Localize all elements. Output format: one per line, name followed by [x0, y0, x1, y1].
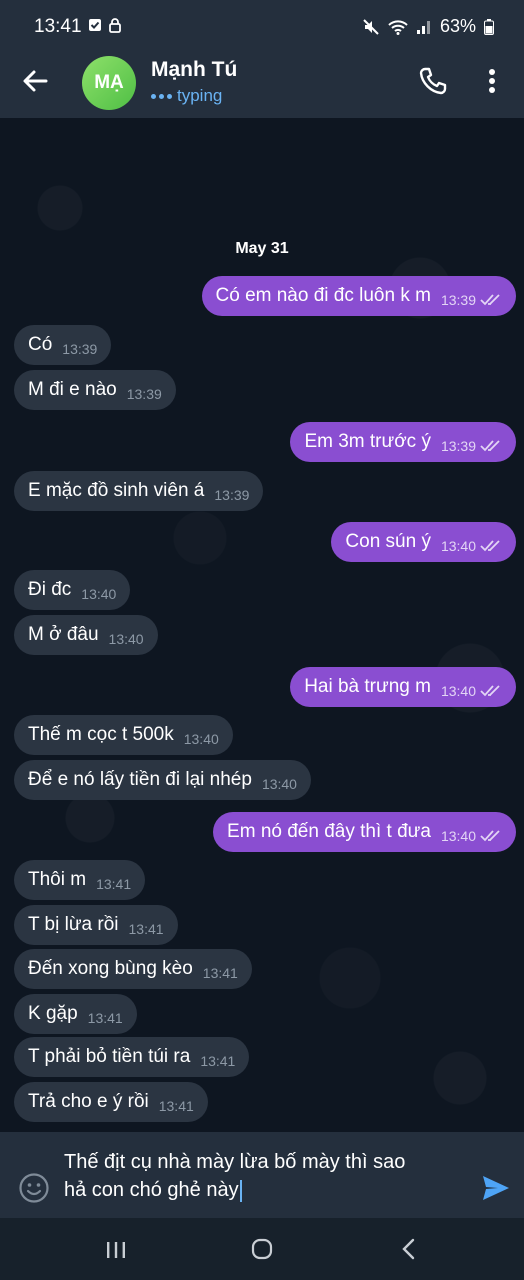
incoming-message[interactable]: Có 13:39	[14, 325, 112, 365]
message-time: 13:40	[440, 828, 476, 844]
emoji-icon[interactable]	[18, 1172, 50, 1204]
incoming-message[interactable]: Thôi m 13:41	[14, 860, 146, 900]
send-icon[interactable]	[480, 1172, 512, 1204]
message-time: 13:41	[158, 1098, 194, 1114]
incoming-message[interactable]: Trả cho e ý rồi 13:41	[14, 1082, 208, 1122]
incoming-message[interactable]: Đi đc 13:40	[14, 570, 131, 610]
message-text: Đến xong bùng kèo	[28, 958, 193, 979]
battery-percent: 63%	[439, 16, 476, 36]
message-time: 13:40	[440, 683, 476, 699]
message-time: 13:41	[128, 921, 164, 937]
double-check-icon	[480, 830, 500, 842]
incoming-message[interactable]: T bị lừa rồi 13:41	[14, 905, 178, 945]
double-check-icon	[480, 294, 500, 306]
recent-apps-icon[interactable]	[104, 1240, 128, 1260]
message-text: Thôi m	[28, 869, 87, 890]
message-list[interactable]: May 31 Có em nào đi đc luôn k m 13:39 Có 13…	[0, 118, 524, 1132]
message-text: Có	[28, 334, 53, 355]
wifi-icon	[388, 19, 408, 35]
message-composer: Thế địt cụ nhà mày lừa bố mày thì sao hả…	[0, 1132, 524, 1218]
message-text: E mặc đồ sinh viên á	[28, 480, 205, 501]
mute-icon	[363, 18, 379, 35]
outgoing-message[interactable]: Con sún ý 13:40	[331, 522, 516, 562]
typing-status: typing	[151, 86, 222, 106]
message-text: Đi đc	[28, 579, 72, 600]
message-input-line-2: hả con chó ghẻ này	[64, 1179, 239, 1201]
message-input-line-1: Thế địt cụ nhà mày lừa bố mày thì sao	[64, 1151, 406, 1173]
date-separator: May 31	[235, 240, 289, 257]
typing-label: typing	[177, 86, 223, 105]
home-icon[interactable]	[251, 1238, 273, 1260]
message-text: Hai bà trưng m	[304, 676, 431, 697]
message-time: 13:39	[440, 438, 476, 454]
message-time: 13:40	[183, 731, 219, 747]
lock-notification-icon	[109, 18, 121, 33]
incoming-message[interactable]: Để e nó lấy tiền đi lại nhép 13:40	[14, 760, 311, 800]
incoming-message[interactable]: Thế m cọc t 500k 13:40	[14, 715, 233, 755]
status-time: 13:41	[34, 16, 82, 37]
message-time: 13:41	[202, 965, 238, 981]
system-nav-bar	[0, 1218, 524, 1280]
message-text: Em 3m trước ý	[304, 431, 431, 452]
message-time: 13:40	[440, 538, 476, 554]
message-text: T bị lừa rồi	[28, 914, 119, 935]
message-text: Con sún ý	[345, 531, 431, 552]
message-time: 13:39	[440, 292, 476, 308]
message-time: 13:40	[81, 586, 117, 602]
double-check-icon	[480, 440, 500, 452]
message-text: M ở đâu	[28, 624, 99, 645]
message-time: 13:41	[200, 1053, 236, 1069]
outgoing-message[interactable]: Hai bà trưng m 13:40	[290, 667, 516, 707]
message-time: 13:39	[126, 386, 162, 402]
message-text: Để e nó lấy tiền đi lại nhép	[28, 769, 252, 790]
message-text: Thế m cọc t 500k	[28, 724, 174, 745]
incoming-message[interactable]: K gặp 13:41	[14, 994, 137, 1034]
back-arrow-icon[interactable]	[20, 66, 50, 96]
incoming-message[interactable]: E mặc đồ sinh viên á 13:39	[14, 471, 264, 511]
phone-icon[interactable]	[418, 66, 448, 96]
nav-back-icon[interactable]	[398, 1238, 420, 1260]
incoming-message[interactable]: T phải bỏ tiền túi ra 13:41	[14, 1037, 250, 1077]
incoming-message[interactable]: M ở đâu 13:40	[14, 615, 158, 655]
message-text: T phải bỏ tiền túi ra	[28, 1046, 191, 1067]
incoming-message[interactable]: M đi e nào 13:39	[14, 370, 176, 410]
message-text: K gặp	[28, 1003, 78, 1024]
message-input[interactable]: Thế địt cụ nhà mày lừa bố mày thì sao hả…	[64, 1148, 464, 1204]
message-text: Có em nào đi đc luôn k m	[215, 285, 431, 306]
double-check-icon	[480, 540, 500, 552]
message-text: Trả cho e ý rồi	[28, 1091, 149, 1112]
signal-icon	[416, 20, 430, 34]
contact-name[interactable]: Mạnh Tú	[151, 58, 237, 82]
outgoing-message[interactable]: Có em nào đi đc luôn k m 13:39	[201, 276, 516, 316]
message-text: M đi e nào	[28, 379, 117, 400]
outgoing-message[interactable]: Em nó đến đây thì t đưa 13:40	[213, 812, 516, 852]
double-check-icon	[480, 685, 500, 697]
incoming-message[interactable]: Đến xong bùng kèo 13:41	[14, 949, 252, 989]
message-time: 13:40	[261, 776, 297, 792]
battery-icon	[484, 18, 494, 35]
message-text: Em nó đến đây thì t đưa	[227, 821, 431, 842]
avatar[interactable]: MẠ	[82, 56, 136, 110]
checkbox-notification-icon	[89, 19, 101, 31]
chat-header: MẠ Mạnh Tú typing	[0, 44, 524, 118]
message-time: 13:39	[62, 341, 98, 357]
message-time: 13:40	[108, 631, 144, 647]
more-vertical-icon[interactable]	[480, 66, 504, 96]
typing-dots-icon	[151, 93, 172, 99]
message-time: 13:41	[96, 876, 132, 892]
message-time: 13:41	[87, 1010, 123, 1026]
outgoing-message[interactable]: Em 3m trước ý 13:39	[290, 422, 516, 462]
message-time: 13:39	[214, 487, 250, 503]
text-caret	[239, 1179, 242, 1202]
